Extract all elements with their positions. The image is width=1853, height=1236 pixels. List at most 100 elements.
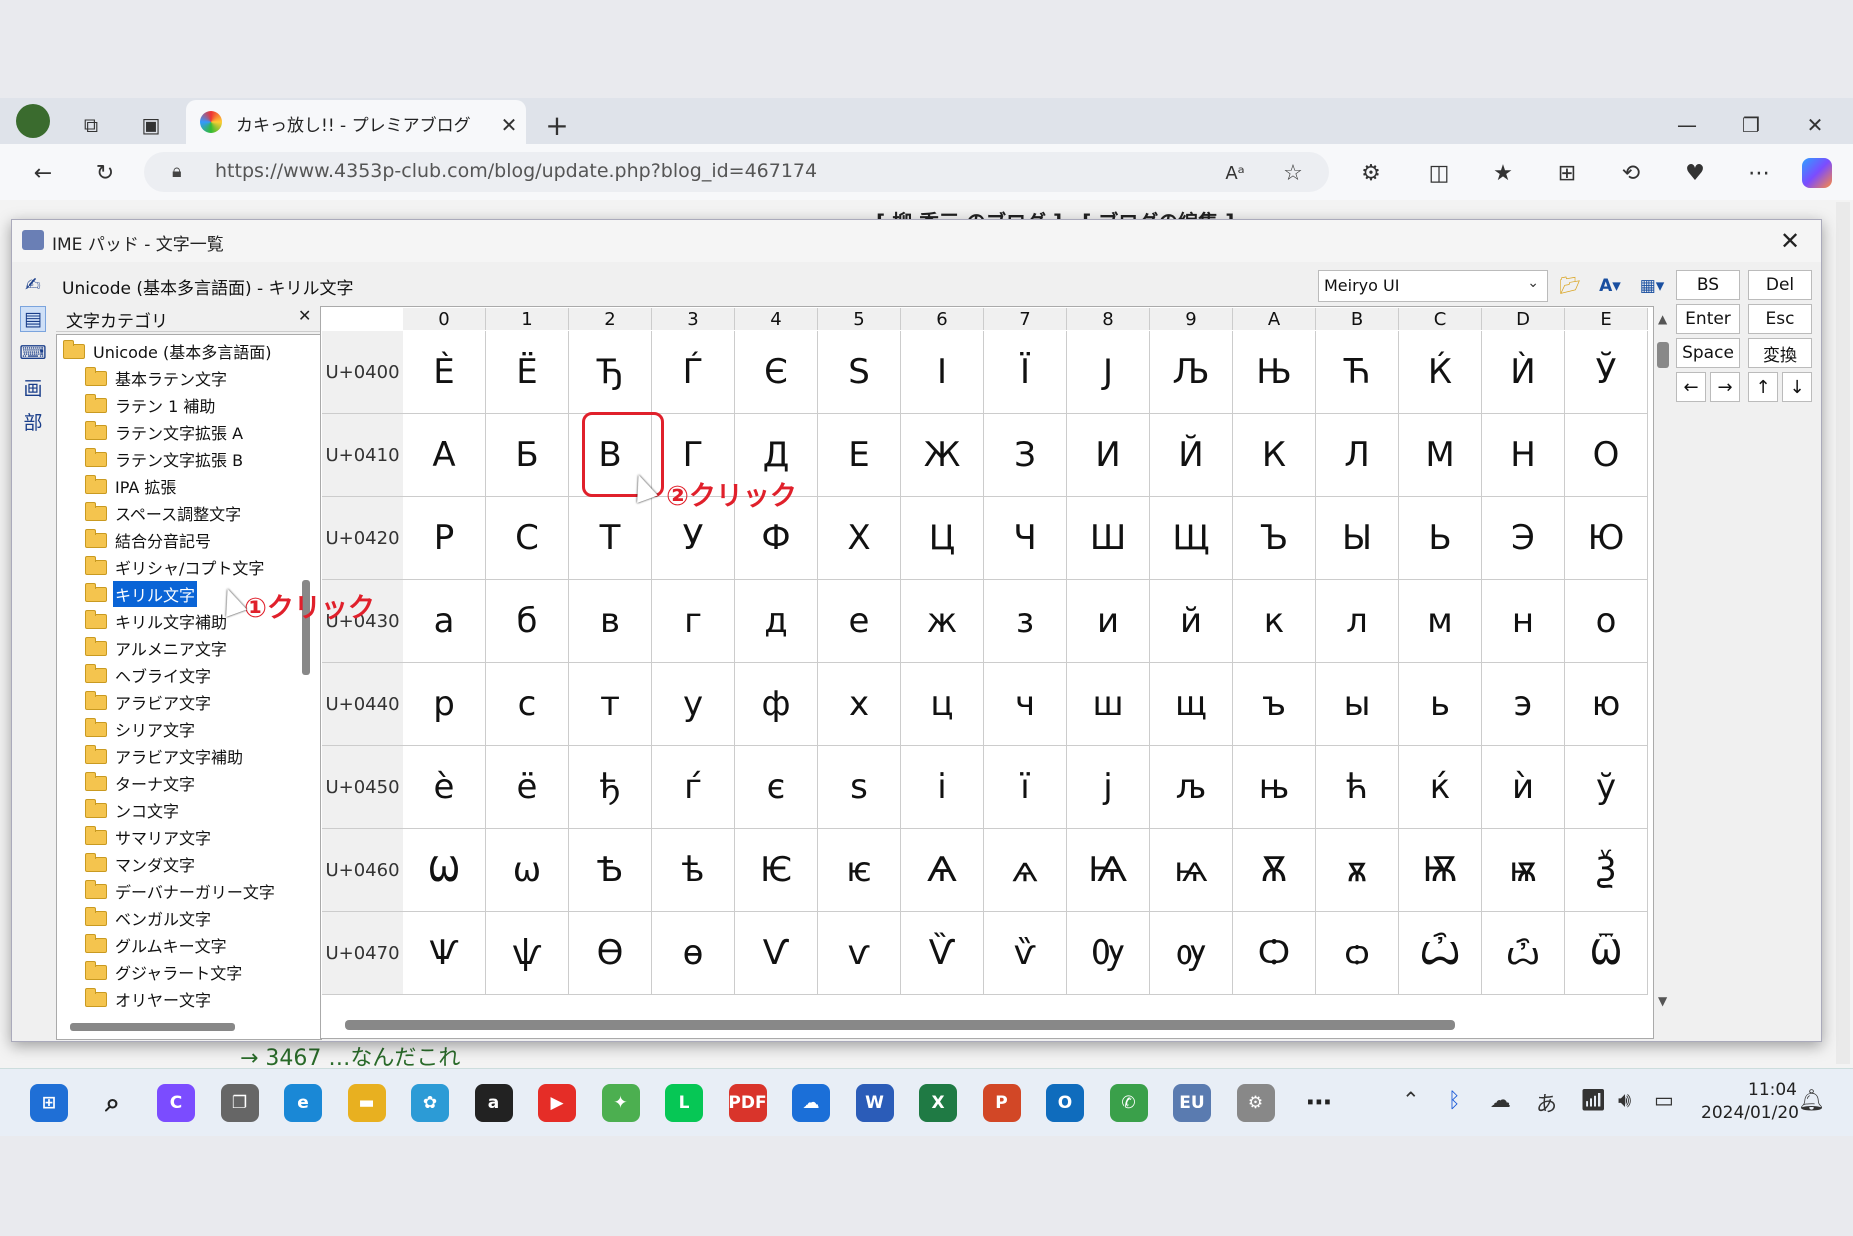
char-cell[interactable]: ѝ bbox=[1482, 746, 1565, 829]
down-arrow-key[interactable]: ↓ bbox=[1782, 372, 1812, 402]
onedrive-taskbar-icon[interactable]: ☁ bbox=[792, 1084, 830, 1122]
restore-icon[interactable]: ❐ bbox=[1734, 108, 1768, 142]
char-cell[interactable]: ь bbox=[1399, 663, 1482, 746]
softkeyboard-icon[interactable]: ⌨ bbox=[19, 340, 46, 366]
char-cell[interactable]: И bbox=[1067, 414, 1150, 497]
char-cell[interactable]: Ѹ bbox=[1067, 912, 1150, 995]
char-cell[interactable]: Ѵ bbox=[735, 912, 818, 995]
task-view-taskbar-icon[interactable]: ❐ bbox=[220, 1084, 259, 1122]
radical-icon[interactable]: 部 bbox=[20, 408, 46, 434]
char-cell[interactable]: љ bbox=[1150, 746, 1233, 829]
profile-avatar[interactable] bbox=[16, 104, 50, 138]
char-cell[interactable]: ѷ bbox=[984, 912, 1067, 995]
char-cell[interactable]: н bbox=[1482, 580, 1565, 663]
char-cell[interactable]: Ћ bbox=[1316, 331, 1399, 414]
workspaces-icon[interactable]: ⧉ bbox=[74, 108, 108, 142]
char-cell[interactable]: Ѯ bbox=[1565, 829, 1648, 912]
category-item[interactable]: オリヤー文字 bbox=[85, 986, 213, 1012]
char-cell[interactable]: з bbox=[984, 580, 1067, 663]
char-cell[interactable]: Щ bbox=[1150, 497, 1233, 580]
char-cell[interactable]: ж bbox=[901, 580, 984, 663]
char-cell[interactable]: Т bbox=[569, 497, 652, 580]
ime-close-icon[interactable]: ✕ bbox=[1773, 224, 1807, 258]
char-cell[interactable]: р bbox=[403, 663, 486, 746]
char-cell[interactable]: С bbox=[486, 497, 569, 580]
char-cell[interactable]: Ѫ bbox=[1233, 829, 1316, 912]
char-cell[interactable]: л bbox=[1316, 580, 1399, 663]
char-cell[interactable]: к bbox=[1233, 580, 1316, 663]
more-taskbar-icon[interactable]: ⋯ bbox=[1300, 1084, 1338, 1122]
clock-date[interactable]: 2024/01/20 bbox=[1701, 1103, 1799, 1123]
search-taskbar-icon[interactable]: ⌕ bbox=[94, 1084, 132, 1122]
char-cell[interactable]: Ѕ bbox=[818, 331, 901, 414]
category-item[interactable]: Unicode (基本多言語面) bbox=[63, 338, 273, 364]
char-cell[interactable]: ѭ bbox=[1482, 829, 1565, 912]
battery-icon[interactable]: ▭ bbox=[1654, 1088, 1674, 1112]
char-cell[interactable]: Ѳ bbox=[569, 912, 652, 995]
char-cell[interactable]: ц bbox=[901, 663, 984, 746]
grid-scroll-up-icon[interactable]: ▲ bbox=[1658, 312, 1667, 326]
grid-scroll-down-icon[interactable]: ▼ bbox=[1658, 994, 1667, 1008]
char-cell[interactable]: Л bbox=[1316, 414, 1399, 497]
open-folder-icon[interactable]: 📂︎ bbox=[1552, 272, 1588, 300]
char-cell[interactable]: т bbox=[569, 663, 652, 746]
char-cell[interactable]: ѱ bbox=[486, 912, 569, 995]
char-cell[interactable]: Ё bbox=[486, 331, 569, 414]
explorer-taskbar-icon[interactable]: ▬ bbox=[347, 1084, 386, 1122]
page-scrollbar[interactable] bbox=[1836, 202, 1850, 1064]
vertical-tabs-icon[interactable]: ▣ bbox=[134, 108, 168, 142]
word-taskbar-icon[interactable]: W bbox=[855, 1084, 894, 1122]
char-cell[interactable]: Х bbox=[818, 497, 901, 580]
category-item[interactable]: サマリア文字 bbox=[85, 824, 213, 850]
char-cell[interactable]: б bbox=[486, 580, 569, 663]
category-item[interactable]: マンダ文字 bbox=[85, 851, 197, 877]
char-cell[interactable]: ђ bbox=[569, 746, 652, 829]
char-cell[interactable]: О bbox=[1565, 414, 1648, 497]
window-close-icon[interactable]: ✕ bbox=[1798, 108, 1832, 142]
convert-key[interactable]: 変換 bbox=[1748, 338, 1812, 368]
char-cell[interactable]: ѫ bbox=[1316, 829, 1399, 912]
char-cell[interactable]: д bbox=[735, 580, 818, 663]
char-cell[interactable]: А bbox=[403, 414, 486, 497]
up-arrow-key[interactable]: ↑ bbox=[1748, 372, 1778, 402]
char-cell[interactable]: Ў bbox=[1565, 331, 1648, 414]
powerpoint-taskbar-icon[interactable]: P bbox=[982, 1084, 1021, 1122]
char-cell[interactable]: Э bbox=[1482, 497, 1565, 580]
new-tab-icon[interactable]: + bbox=[540, 108, 574, 142]
left-arrow-key[interactable]: ← bbox=[1676, 372, 1706, 402]
right-arrow-key[interactable]: → bbox=[1710, 372, 1740, 402]
category-item[interactable]: アラビア文字 bbox=[85, 689, 213, 715]
char-cell[interactable]: с bbox=[486, 663, 569, 746]
char-cell[interactable]: ш bbox=[1067, 663, 1150, 746]
char-cell[interactable]: х bbox=[818, 663, 901, 746]
char-cell[interactable]: ѡ bbox=[486, 829, 569, 912]
space-key[interactable]: Space bbox=[1676, 338, 1740, 368]
char-cell[interactable]: Ц bbox=[901, 497, 984, 580]
char-cell[interactable]: ѣ bbox=[652, 829, 735, 912]
char-cell[interactable]: Ќ bbox=[1399, 331, 1482, 414]
char-cell[interactable]: З bbox=[984, 414, 1067, 497]
enter-key[interactable]: Enter bbox=[1676, 304, 1740, 334]
blog-taskbar-icon[interactable]: ✦ bbox=[601, 1084, 640, 1122]
char-cell[interactable]: ѩ bbox=[1150, 829, 1233, 912]
char-cell[interactable]: Є bbox=[735, 331, 818, 414]
refresh-icon[interactable]: ↻ bbox=[88, 156, 122, 190]
char-cell[interactable]: Њ bbox=[1233, 331, 1316, 414]
category-item[interactable]: ギリシャ/コプト文字 bbox=[85, 554, 266, 580]
category-item[interactable]: グジャラート文字 bbox=[85, 959, 244, 985]
amazon-taskbar-icon[interactable]: a bbox=[474, 1084, 513, 1122]
char-cell[interactable]: Б bbox=[486, 414, 569, 497]
line-taskbar-icon[interactable]: L bbox=[665, 1084, 703, 1122]
paint-taskbar-icon[interactable]: ✿ bbox=[411, 1084, 449, 1122]
char-cell[interactable]: э bbox=[1482, 663, 1565, 746]
edge-taskbar-icon[interactable]: e bbox=[284, 1084, 322, 1122]
char-cell[interactable]: Ѝ bbox=[1482, 331, 1565, 414]
tray-chevron-icon[interactable]: ⌃ bbox=[1402, 1088, 1420, 1112]
char-cell[interactable]: г bbox=[652, 580, 735, 663]
category-item[interactable]: ラテン文字拡張 A bbox=[85, 419, 245, 445]
more-menu-icon[interactable]: ⋯ bbox=[1742, 156, 1776, 190]
char-cell[interactable]: і bbox=[901, 746, 984, 829]
char-cell[interactable]: Ѧ bbox=[901, 829, 984, 912]
char-cell[interactable]: м bbox=[1399, 580, 1482, 663]
category-item[interactable]: ヘブライ文字 bbox=[85, 662, 213, 688]
